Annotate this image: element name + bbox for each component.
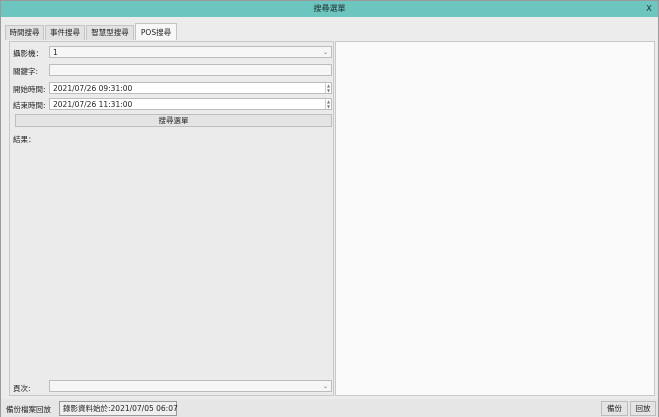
preview-panel <box>335 41 655 396</box>
camera-select[interactable]: 1 ⌄ <box>49 46 332 58</box>
spin-updown-icon[interactable]: ▲ ▼ <box>325 83 331 93</box>
camera-label: 攝影機： <box>13 49 43 58</box>
end-time-value: 2021/07/26 11:31:00 <box>53 100 133 109</box>
window-title: 搜尋選單 <box>313 4 346 13</box>
chevron-down-icon: ⌄ <box>322 49 328 56</box>
result-label: 結果： <box>13 135 36 144</box>
end-time-input[interactable]: 2021/07/26 11:31:00 ▲ ▼ <box>49 98 332 110</box>
keyword-label: 關鍵字: <box>13 67 39 76</box>
spin-updown-icon[interactable]: ▲ ▼ <box>325 99 331 109</box>
chevron-down-icon: ⌄ <box>322 383 328 390</box>
end-time-label: 結束時間: <box>13 101 46 110</box>
result-list[interactable] <box>13 146 331 374</box>
tab-bar: 時間搜尋 事件搜尋 智慧型搜尋 POS搜尋 <box>5 23 655 40</box>
tab-pos-search[interactable]: POS搜尋 <box>135 23 177 40</box>
search-menu-window: 搜尋選單 X 時間搜尋 事件搜尋 智慧型搜尋 POS搜尋 攝影機： 1 ⌄ 關鍵… <box>0 0 659 417</box>
search-form-panel: 攝影機： 1 ⌄ 關鍵字: 開始時間: 2021/07/26 09:31:00 … <box>9 41 334 396</box>
recording-start-info: 錄影資料始於:2021/07/05 06:07 <box>59 401 178 416</box>
playback-button[interactable]: 回放 <box>630 401 656 416</box>
backup-button[interactable]: 備份 <box>601 401 628 416</box>
start-time-input[interactable]: 2021/07/26 09:31:00 ▲ ▼ <box>49 82 332 94</box>
page-select[interactable]: ⌄ <box>49 380 332 392</box>
tab-time-search[interactable]: 時間搜尋 <box>5 25 44 40</box>
start-time-value: 2021/07/26 09:31:00 <box>53 84 133 93</box>
search-button[interactable]: 搜尋選單 <box>15 114 332 127</box>
close-button[interactable]: X <box>644 1 654 17</box>
start-time-label: 開始時間: <box>13 85 46 94</box>
keyword-input[interactable] <box>49 64 332 76</box>
tab-smart-search[interactable]: 智慧型搜尋 <box>86 25 134 40</box>
tab-event-search[interactable]: 事件搜尋 <box>45 25 85 40</box>
page-label: 頁次: <box>13 384 31 393</box>
backup-playback-label: 備份檔案回放 <box>6 405 51 414</box>
title-bar: 搜尋選單 X <box>1 1 658 17</box>
camera-value: 1 <box>53 48 58 57</box>
